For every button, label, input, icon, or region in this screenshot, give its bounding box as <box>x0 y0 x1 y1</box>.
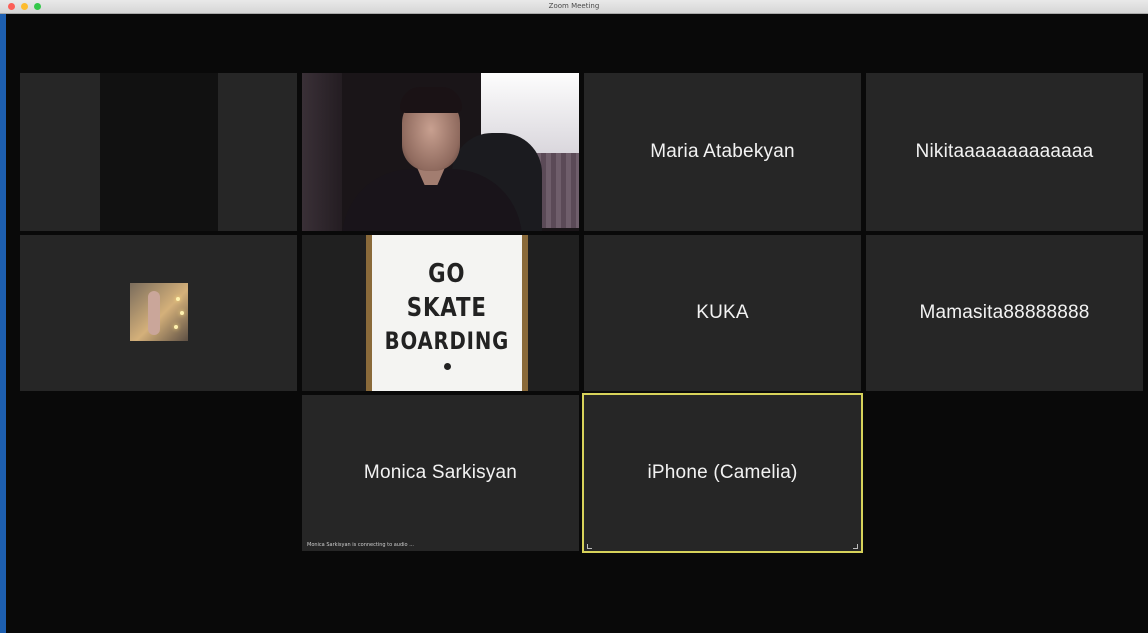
participant-video-tile-1[interactable] <box>20 73 297 231</box>
audio-status-text: Monica Sarkisyan is connecting to audio … <box>307 542 414 548</box>
profile-figure <box>148 291 160 335</box>
video-background <box>20 73 100 231</box>
tile-corner-icon <box>853 544 858 549</box>
meeting-gallery: Maria Atabekyan Nikitaaaaaaaaaaaaa GO SK… <box>6 14 1148 633</box>
participant-tile-monica[interactable]: Monica Sarkisyan Monica Sarkisyan is con… <box>302 395 579 551</box>
participant-figure <box>400 87 462 113</box>
participant-name: KUKA <box>696 302 749 323</box>
tile-corner-icon <box>587 544 592 549</box>
sign-dot <box>443 362 451 370</box>
sign-line: BOARDING <box>384 326 510 355</box>
participant-tile-kuka[interactable]: KUKA <box>584 235 861 391</box>
profile-picture <box>130 283 188 341</box>
profile-light <box>176 297 180 301</box>
participant-tile-photo[interactable] <box>20 235 297 391</box>
window-titlebar[interactable]: Zoom Meeting <box>0 0 1148 14</box>
participant-tile-maria[interactable]: Maria Atabekyan <box>584 73 861 231</box>
participant-name: Mamasita88888888 <box>919 302 1090 323</box>
participant-tile-nikita[interactable]: Nikitaaaaaaaaaaaaa <box>866 73 1143 231</box>
participant-name: Maria Atabekyan <box>650 141 795 162</box>
sign-image: GO SKATE BOARDING <box>366 235 528 391</box>
video-background <box>302 73 342 231</box>
video-background <box>218 73 297 231</box>
participant-tile-mamasita[interactable]: Mamasita88888888 <box>866 235 1143 391</box>
participant-video-tile-2[interactable] <box>302 73 579 231</box>
profile-light <box>180 311 184 315</box>
sign-line: SKATE <box>407 292 487 323</box>
participant-name: Nikitaaaaaaaaaaaaa <box>915 141 1094 162</box>
participant-name: Monica Sarkisyan <box>363 462 518 483</box>
participant-video-tile-sign[interactable]: GO SKATE BOARDING <box>302 235 579 391</box>
participant-tile-camelia[interactable]: iPhone (Camelia) <box>582 393 863 553</box>
profile-light <box>174 325 178 329</box>
window-title: Zoom Meeting <box>548 2 600 10</box>
sign-line: GO <box>428 258 466 289</box>
participant-name: iPhone (Camelia) <box>647 462 798 483</box>
